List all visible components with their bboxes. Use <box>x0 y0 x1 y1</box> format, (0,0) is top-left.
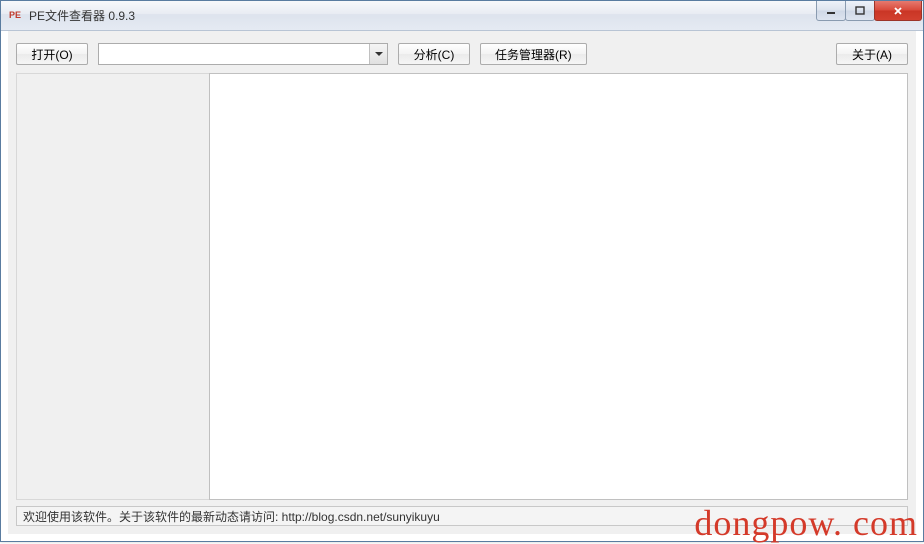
task-manager-button[interactable]: 任务管理器(R) <box>480 43 587 65</box>
chevron-down-icon <box>375 52 383 57</box>
window-title: PE文件查看器 0.9.3 <box>29 7 135 24</box>
close-icon <box>892 6 904 16</box>
open-button[interactable]: 打开(O) <box>16 43 88 65</box>
file-combo[interactable] <box>98 43 388 65</box>
maximize-icon <box>854 6 866 16</box>
about-button[interactable]: 关于(A) <box>836 43 908 65</box>
maximize-button[interactable] <box>845 1 875 21</box>
titlebar[interactable]: PE PE文件查看器 0.9.3 <box>1 1 923 31</box>
main-area <box>16 73 908 500</box>
content-panel <box>209 73 908 500</box>
minimize-icon <box>825 6 837 16</box>
status-bar: 欢迎使用该软件。关于该软件的最新动态请访问: http://blog.csdn.… <box>16 506 908 526</box>
analyze-button[interactable]: 分析(C) <box>398 43 470 65</box>
file-combo-input[interactable] <box>99 47 369 61</box>
minimize-button[interactable] <box>816 1 846 21</box>
app-icon: PE <box>7 8 23 24</box>
toolbar: 打开(O) 分析(C) 任务管理器(R) 关于(A) <box>16 39 908 73</box>
combo-dropdown-button[interactable] <box>369 44 387 64</box>
status-text: 欢迎使用该软件。关于该软件的最新动态请访问: http://blog.csdn.… <box>23 508 440 525</box>
side-panel <box>17 74 209 499</box>
window-controls <box>817 1 923 21</box>
close-button[interactable] <box>874 1 922 21</box>
app-window: PE PE文件查看器 0.9.3 打开(O) <box>0 0 924 542</box>
client-area: 打开(O) 分析(C) 任务管理器(R) 关于(A) <box>7 31 917 535</box>
app-icon-text: PE <box>9 11 21 20</box>
